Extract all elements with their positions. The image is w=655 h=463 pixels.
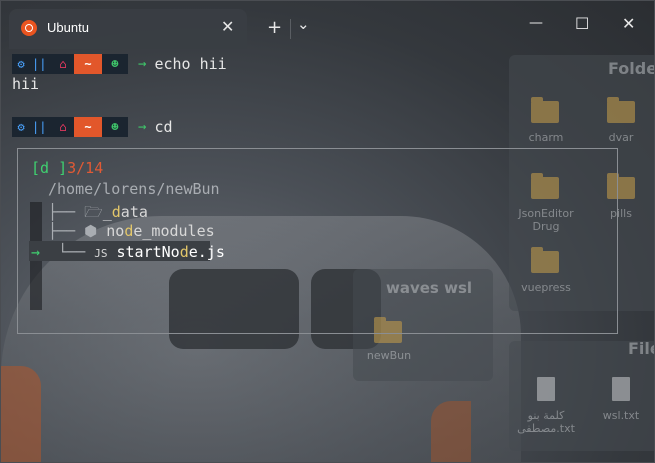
prompt-dir: ~ xyxy=(74,54,102,74)
tab-title: Ubuntu xyxy=(47,20,89,35)
prompt-pipe: || xyxy=(32,120,47,134)
close-button[interactable]: ✕ xyxy=(622,14,635,33)
tab-close-button[interactable]: ✕ xyxy=(221,17,234,36)
terminal-body[interactable]: ⚙ || ⌂ ~ ☻ → echo hii hii ⚙ || ⌂ ~ ☻ → c… xyxy=(1,47,654,462)
prompt-os-segment: ⚙ || xyxy=(12,117,52,137)
ubuntu-icon: ⚙ xyxy=(17,57,25,71)
finder-filter: [d ] xyxy=(31,159,68,177)
smiley-icon: ☻ xyxy=(102,117,128,137)
command-text: cd xyxy=(154,118,173,136)
prompt-pipe: || xyxy=(32,57,47,71)
tree-branch: ├── xyxy=(48,203,76,221)
finder-count: 3/14 xyxy=(67,159,104,177)
tab-ubuntu[interactable]: Ubuntu ✕ xyxy=(9,9,247,49)
maximize-button[interactable]: ☐ xyxy=(575,14,589,33)
prompt-dir: ~ xyxy=(74,117,102,137)
smiley-icon: ☻ xyxy=(102,54,128,74)
nodejs-icon: ⬢ xyxy=(84,222,98,240)
finder-path: /home/lorens/newBun xyxy=(48,180,220,198)
tree-branch: ├── xyxy=(48,222,76,240)
javascript-icon: JS xyxy=(94,247,108,260)
titlebar-divider xyxy=(290,19,291,39)
prompt-os-segment: ⚙ || xyxy=(12,54,52,74)
command-output: hii xyxy=(12,75,40,93)
new-tab-button[interactable]: + xyxy=(267,17,282,38)
prompt-arrow-icon: → xyxy=(138,119,147,135)
home-icon: ⌂ xyxy=(52,54,74,74)
shell-prompt: ⚙ || ⌂ ~ ☻ → cd xyxy=(12,117,173,137)
tree-branch: └── xyxy=(58,243,86,261)
home-icon: ⌂ xyxy=(52,117,74,137)
selector-arrow-icon: → xyxy=(31,243,41,261)
finder-item[interactable]: ├── ⬢ node_modules xyxy=(48,222,215,240)
shell-prompt: ⚙ || ⌂ ~ ☻ → echo hii xyxy=(12,54,227,74)
ubuntu-icon: ⚙ xyxy=(17,120,25,134)
prompt-arrow-icon: → xyxy=(138,56,147,72)
minimize-button[interactable]: — xyxy=(529,15,543,31)
finder-query[interactable]: [d ]3/14 xyxy=(31,159,103,177)
terminal-window: Folde charm dvar JsonEditor Drug pills v… xyxy=(0,0,655,463)
title-bar: Ubuntu ✕ + ⌄ — ☐ ✕ xyxy=(1,1,654,49)
folder-icon: 🗁 xyxy=(84,203,103,221)
finder-item-selected[interactable]: → └── JS startNode.js xyxy=(31,243,225,261)
ubuntu-logo-icon xyxy=(21,20,37,36)
command-text: echo hii xyxy=(154,55,227,73)
tab-dropdown-button[interactable]: ⌄ xyxy=(297,15,310,33)
